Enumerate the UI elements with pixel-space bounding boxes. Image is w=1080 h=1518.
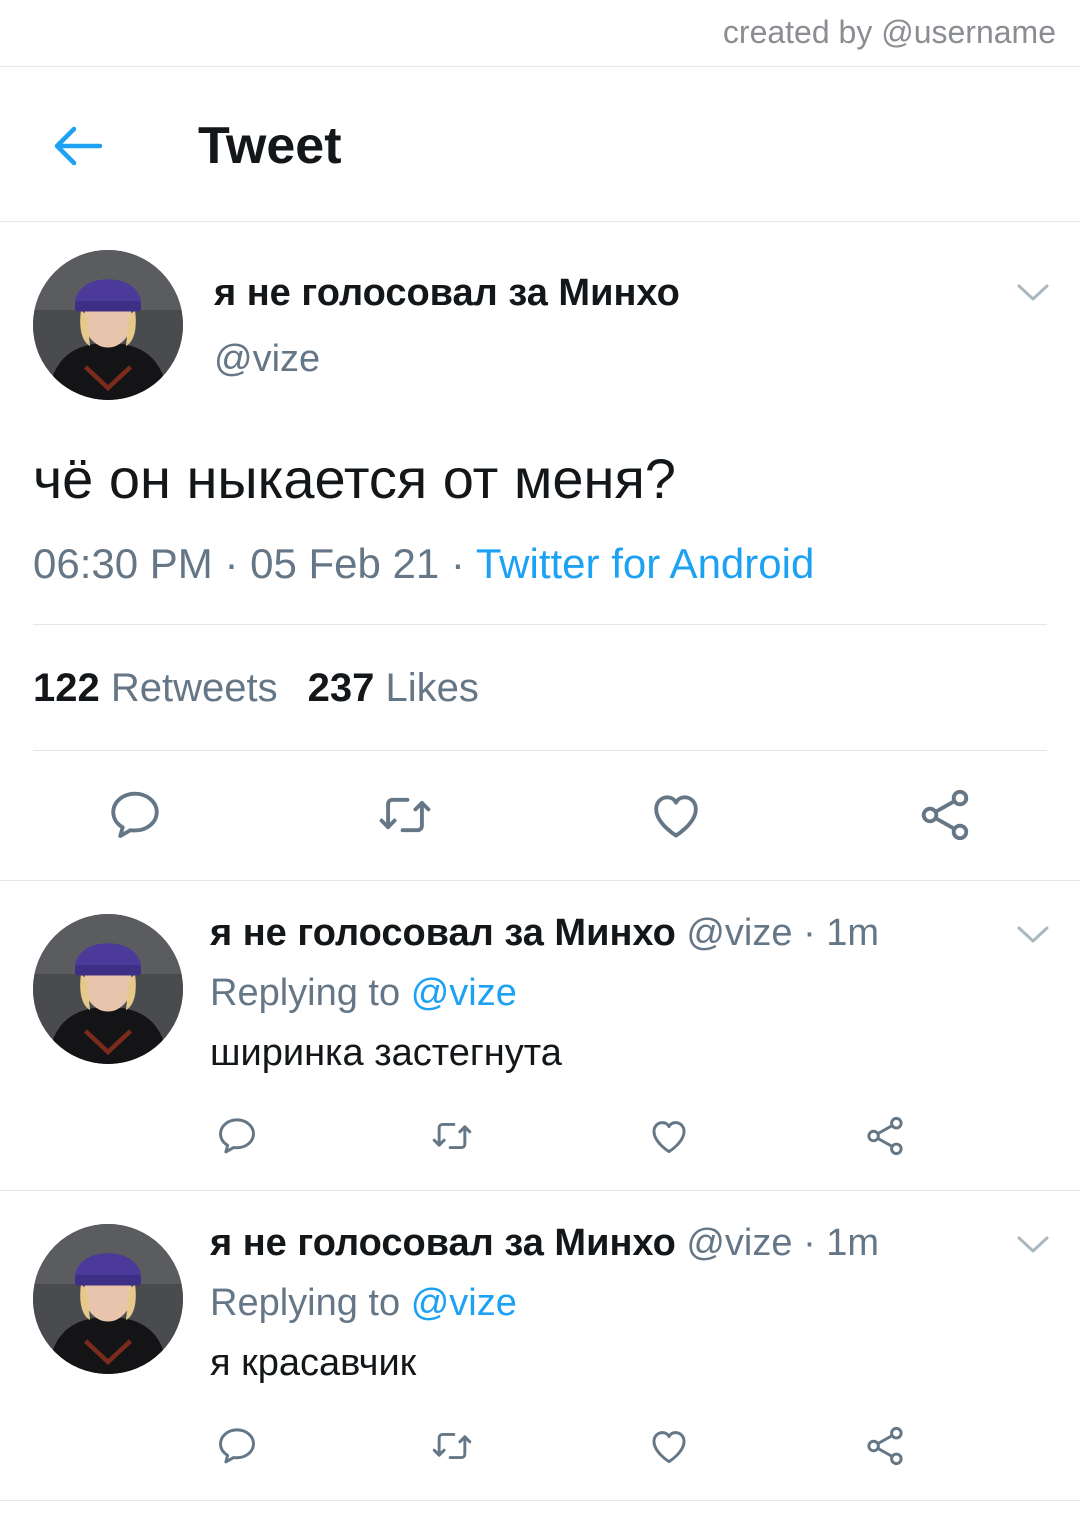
reply-text: ширинка застегнута	[210, 1032, 562, 1074]
chevron-down-icon	[1016, 924, 1050, 946]
reply-button[interactable]	[215, 1424, 259, 1468]
like-icon	[646, 786, 706, 844]
reply-header: я не голосовал за Минхо @vize · 1m	[210, 1222, 879, 1265]
tweet-text: чё он ныкается от меня?	[33, 447, 676, 510]
back-arrow-icon	[54, 126, 103, 166]
divider	[0, 880, 1080, 881]
share-button[interactable]	[863, 1114, 907, 1158]
chevron-down-icon	[1016, 282, 1050, 304]
tweet-date: 05 Feb 21	[250, 540, 440, 587]
reply-header: я не голосовал за Минхо @vize · 1m	[210, 912, 879, 955]
tweet-menu-button[interactable]	[1016, 924, 1050, 946]
avatar-image	[33, 914, 183, 1064]
tweet-menu-button[interactable]	[1016, 1234, 1050, 1256]
replying-to: Replying to @vize	[210, 972, 517, 1015]
retweet-button[interactable]	[374, 786, 436, 844]
reply-time: 1m	[826, 912, 880, 954]
author-name[interactable]: я не голосовал за Минхо	[210, 1222, 676, 1264]
divider	[0, 1190, 1080, 1191]
replying-to: Replying to @vize	[210, 1282, 517, 1325]
retweet-button[interactable]	[428, 1114, 476, 1158]
like-button[interactable]	[646, 1424, 692, 1468]
meta-separator: ·	[792, 1222, 827, 1264]
page-title: Tweet	[198, 117, 342, 175]
divider	[0, 66, 1080, 67]
reply-icon	[215, 1114, 259, 1158]
retweet-icon	[374, 786, 436, 844]
tweet-stats: 122 Retweets 237 Likes	[33, 666, 479, 711]
retweet-button[interactable]	[428, 1424, 476, 1468]
author-handle[interactable]: @vize	[686, 1222, 792, 1264]
tweet-meta: 06:30 PM · 05 Feb 21 · Twitter for Andro…	[33, 540, 814, 588]
reply-button[interactable]	[106, 786, 164, 844]
likes-label: Likes	[385, 666, 479, 710]
share-icon	[916, 786, 974, 844]
divider	[33, 624, 1047, 625]
meta-separator: ·	[792, 912, 827, 954]
divider	[0, 221, 1080, 222]
retweet-icon	[428, 1424, 476, 1468]
watermark-text: created by @username	[722, 14, 1056, 50]
replying-to-handle[interactable]: @vize	[411, 1282, 517, 1324]
likes-stat[interactable]: 237 Likes	[308, 666, 479, 710]
retweet-icon	[428, 1114, 476, 1158]
author-handle[interactable]: @vize	[686, 912, 792, 954]
reply-button[interactable]	[215, 1114, 259, 1158]
author-name[interactable]: я не голосовал за Минхо	[210, 912, 676, 954]
avatar[interactable]	[33, 914, 183, 1064]
like-button[interactable]	[646, 1114, 692, 1158]
reply-time: 1m	[826, 1222, 880, 1264]
like-button[interactable]	[646, 786, 706, 844]
share-button[interactable]	[863, 1424, 907, 1468]
meta-separator: ·	[212, 540, 251, 587]
like-icon	[646, 1114, 692, 1158]
avatar[interactable]	[33, 1224, 183, 1374]
replying-to-handle[interactable]: @vize	[411, 972, 517, 1014]
back-button[interactable]	[48, 116, 108, 176]
share-button[interactable]	[916, 786, 974, 844]
avatar-image	[33, 1224, 183, 1374]
author-handle[interactable]: @vize	[214, 338, 320, 381]
tweet-time: 06:30 PM	[33, 540, 213, 587]
likes-count: 237	[307, 666, 375, 710]
tweet-source-link[interactable]: Twitter for Android	[476, 540, 814, 587]
reply-icon	[215, 1424, 259, 1468]
chevron-down-icon	[1016, 1234, 1050, 1256]
reply-icon	[106, 786, 164, 844]
divider	[0, 1500, 1080, 1501]
retweets-count: 122	[33, 666, 100, 710]
retweets-stat[interactable]: 122 Retweets	[33, 666, 278, 710]
share-icon	[863, 1114, 907, 1158]
like-icon	[646, 1424, 692, 1468]
share-icon	[863, 1424, 907, 1468]
retweets-label: Retweets	[110, 666, 278, 710]
avatar-image	[33, 250, 183, 400]
avatar[interactable]	[33, 250, 183, 400]
author-name[interactable]: я не голосовал за Минхо	[214, 272, 680, 315]
meta-separator: ·	[439, 540, 476, 587]
replying-to-label: Replying to	[210, 972, 401, 1014]
replying-to-label: Replying to	[210, 1282, 401, 1324]
tweet-menu-button[interactable]	[1016, 282, 1050, 304]
divider	[33, 750, 1047, 751]
reply-text: я красавчик	[210, 1342, 417, 1384]
